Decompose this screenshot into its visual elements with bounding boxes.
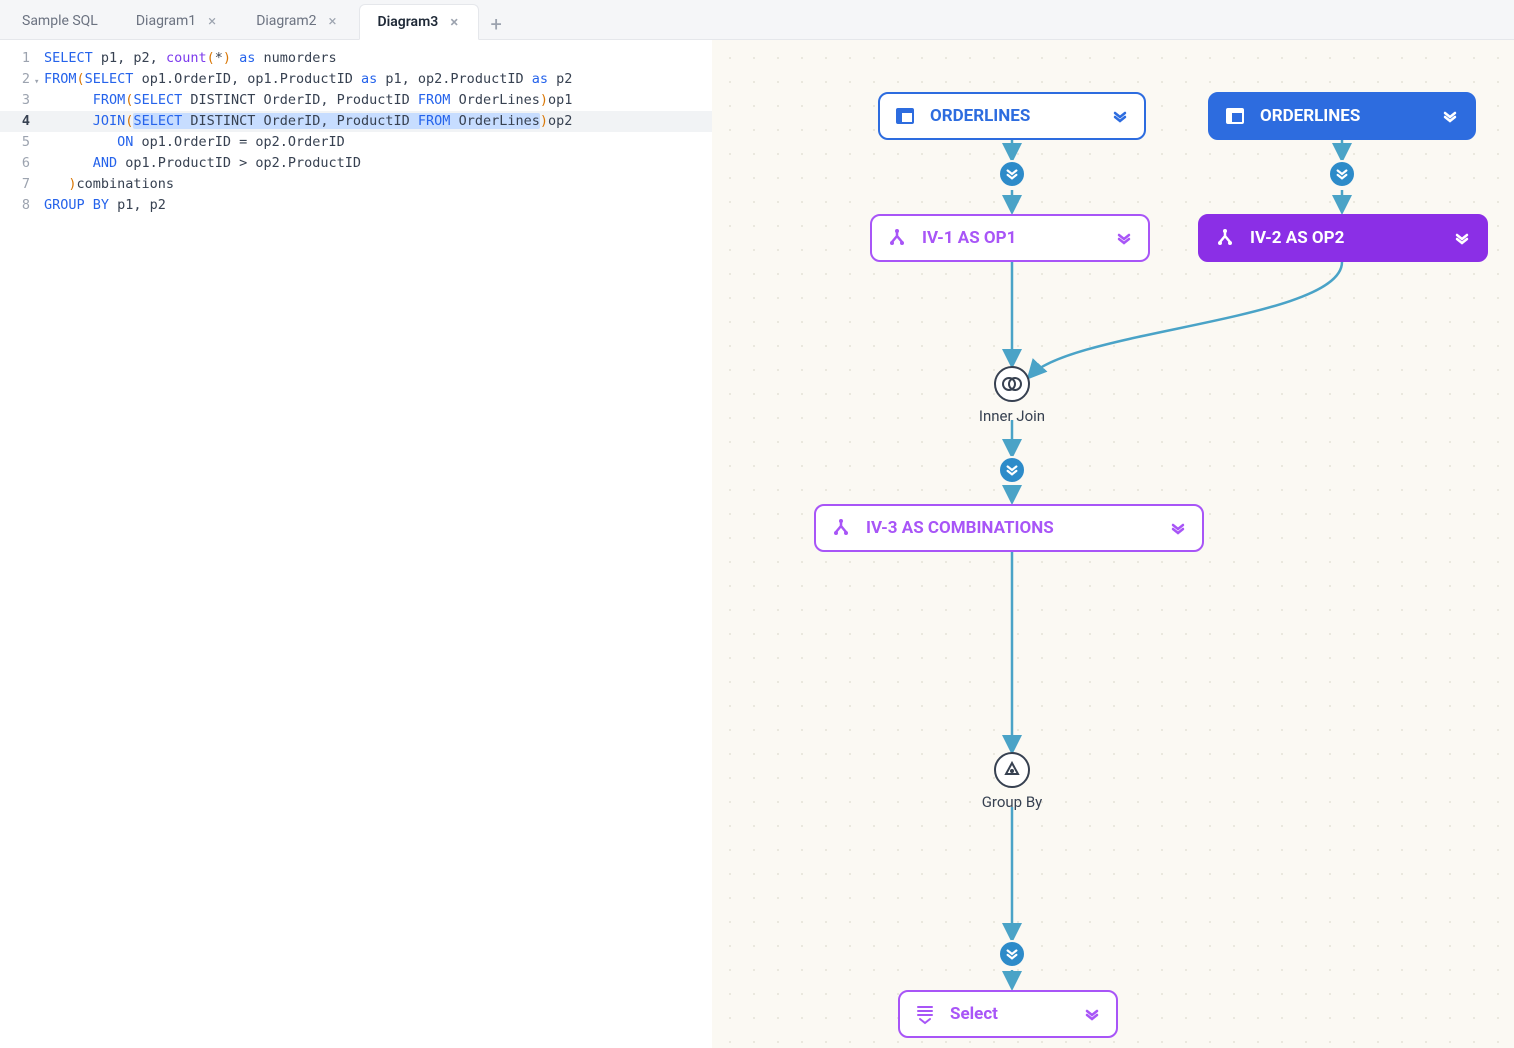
group-by-label: Group By — [952, 793, 1072, 811]
tab-diagram1[interactable]: Diagram1 × — [118, 3, 236, 39]
node-label: IV-1 AS OP1 — [922, 228, 1016, 248]
node-label: Select — [950, 1004, 998, 1024]
line-number: 1 — [22, 50, 30, 66]
chevron-down-icon[interactable] — [1110, 106, 1130, 126]
chevron-down-icon[interactable] — [1114, 228, 1134, 248]
close-icon[interactable]: × — [448, 13, 460, 31]
editor-line[interactable]: 3 FROM(SELECT DISTINCT OrderID, ProductI… — [0, 90, 712, 111]
line-number: 3 — [22, 92, 30, 108]
chevron-down-icon[interactable] — [1452, 228, 1472, 248]
add-tab-button[interactable]: + — [481, 9, 511, 39]
line-number: 4 — [22, 113, 30, 129]
code-content: AND op1.ProductID > op2.ProductID — [44, 153, 361, 174]
chevron-down-icon[interactable] — [1440, 106, 1460, 126]
flow-chip[interactable] — [1328, 160, 1356, 188]
branch-icon — [886, 227, 908, 249]
node-label: IV-3 AS COMBINATIONS — [866, 518, 1054, 538]
table-icon — [894, 105, 916, 127]
code-content: SELECT p1, p2, count(*) as numorders — [44, 48, 337, 69]
code-content: FROM(SELECT op1.OrderID, op1.ProductID a… — [44, 69, 572, 90]
inner-join-node[interactable] — [994, 366, 1030, 402]
code-content: GROUP BY p1, p2 — [44, 195, 166, 216]
line-number: 6 — [22, 155, 30, 171]
select-icon — [914, 1003, 936, 1025]
flow-chip[interactable] — [998, 160, 1026, 188]
tab-label: Sample SQL — [22, 13, 98, 29]
branch-icon — [1214, 227, 1236, 249]
flow-chip[interactable] — [998, 940, 1026, 968]
code-content: )combinations — [44, 174, 174, 195]
editor-line[interactable]: 8 GROUP BY p1, p2 — [0, 195, 712, 216]
node-iv1[interactable]: IV-1 AS OP1 — [870, 214, 1150, 262]
close-icon[interactable]: × — [206, 12, 218, 30]
node-orderlines-1[interactable]: ORDERLINES — [878, 92, 1146, 140]
tab-label: Diagram2 — [256, 13, 316, 29]
group-by-node[interactable] — [994, 752, 1030, 788]
line-number: 8 — [22, 197, 30, 213]
line-number: 5 — [22, 134, 30, 150]
node-orderlines-2[interactable]: ORDERLINES — [1208, 92, 1476, 140]
editor-line[interactable]: 7 )combinations — [0, 174, 712, 195]
code-content: JOIN(SELECT DISTINCT OrderID, ProductID … — [44, 111, 572, 132]
editor-line[interactable]: 5 ON op1.OrderID = op2.OrderID — [0, 132, 712, 153]
table-icon — [1224, 105, 1246, 127]
flow-chip[interactable] — [998, 456, 1026, 484]
branch-icon — [830, 517, 852, 539]
tab-bar: Sample SQL Diagram1 × Diagram2 × Diagram3 ×… — [0, 0, 1514, 40]
tab-label: Diagram1 — [136, 13, 196, 29]
line-number: 2 — [22, 71, 30, 87]
node-label: ORDERLINES — [1260, 106, 1360, 126]
node-iv3[interactable]: IV-3 AS COMBINATIONS — [814, 504, 1204, 552]
code-content: FROM(SELECT DISTINCT OrderID, ProductID … — [44, 90, 572, 111]
diagram-canvas[interactable]: ORDERLINES ORDERLINES IV-1 AS OP1 IV-2 A… — [712, 40, 1514, 1048]
line-number: 7 — [22, 176, 30, 192]
sql-editor[interactable]: 1 SELECT p1, p2, count(*) as numorders2▾F… — [0, 40, 712, 1048]
editor-line[interactable]: 6 AND op1.ProductID > op2.ProductID — [0, 153, 712, 174]
close-icon[interactable]: × — [327, 12, 339, 30]
chevron-down-icon[interactable] — [1168, 518, 1188, 538]
code-content: ON op1.OrderID = op2.OrderID — [44, 132, 345, 153]
node-select[interactable]: Select — [898, 990, 1118, 1038]
node-label: ORDERLINES — [930, 106, 1030, 126]
editor-line[interactable]: 1 SELECT p1, p2, count(*) as numorders — [0, 48, 712, 69]
inner-join-label: Inner Join — [952, 407, 1072, 425]
editor-line[interactable]: 2▾FROM(SELECT op1.OrderID, op1.ProductID… — [0, 69, 712, 90]
node-label: IV-2 AS OP2 — [1250, 228, 1344, 248]
node-iv2[interactable]: IV-2 AS OP2 — [1198, 214, 1488, 262]
tab-label: Diagram3 — [378, 14, 439, 30]
tab-diagram2[interactable]: Diagram2 × — [238, 3, 356, 39]
editor-line[interactable]: 4 JOIN(SELECT DISTINCT OrderID, ProductI… — [0, 111, 712, 132]
chevron-down-icon[interactable] — [1082, 1004, 1102, 1024]
tab-diagram3[interactable]: Diagram3 × — [359, 4, 480, 40]
tab-sample-sql[interactable]: Sample SQL — [4, 3, 116, 39]
